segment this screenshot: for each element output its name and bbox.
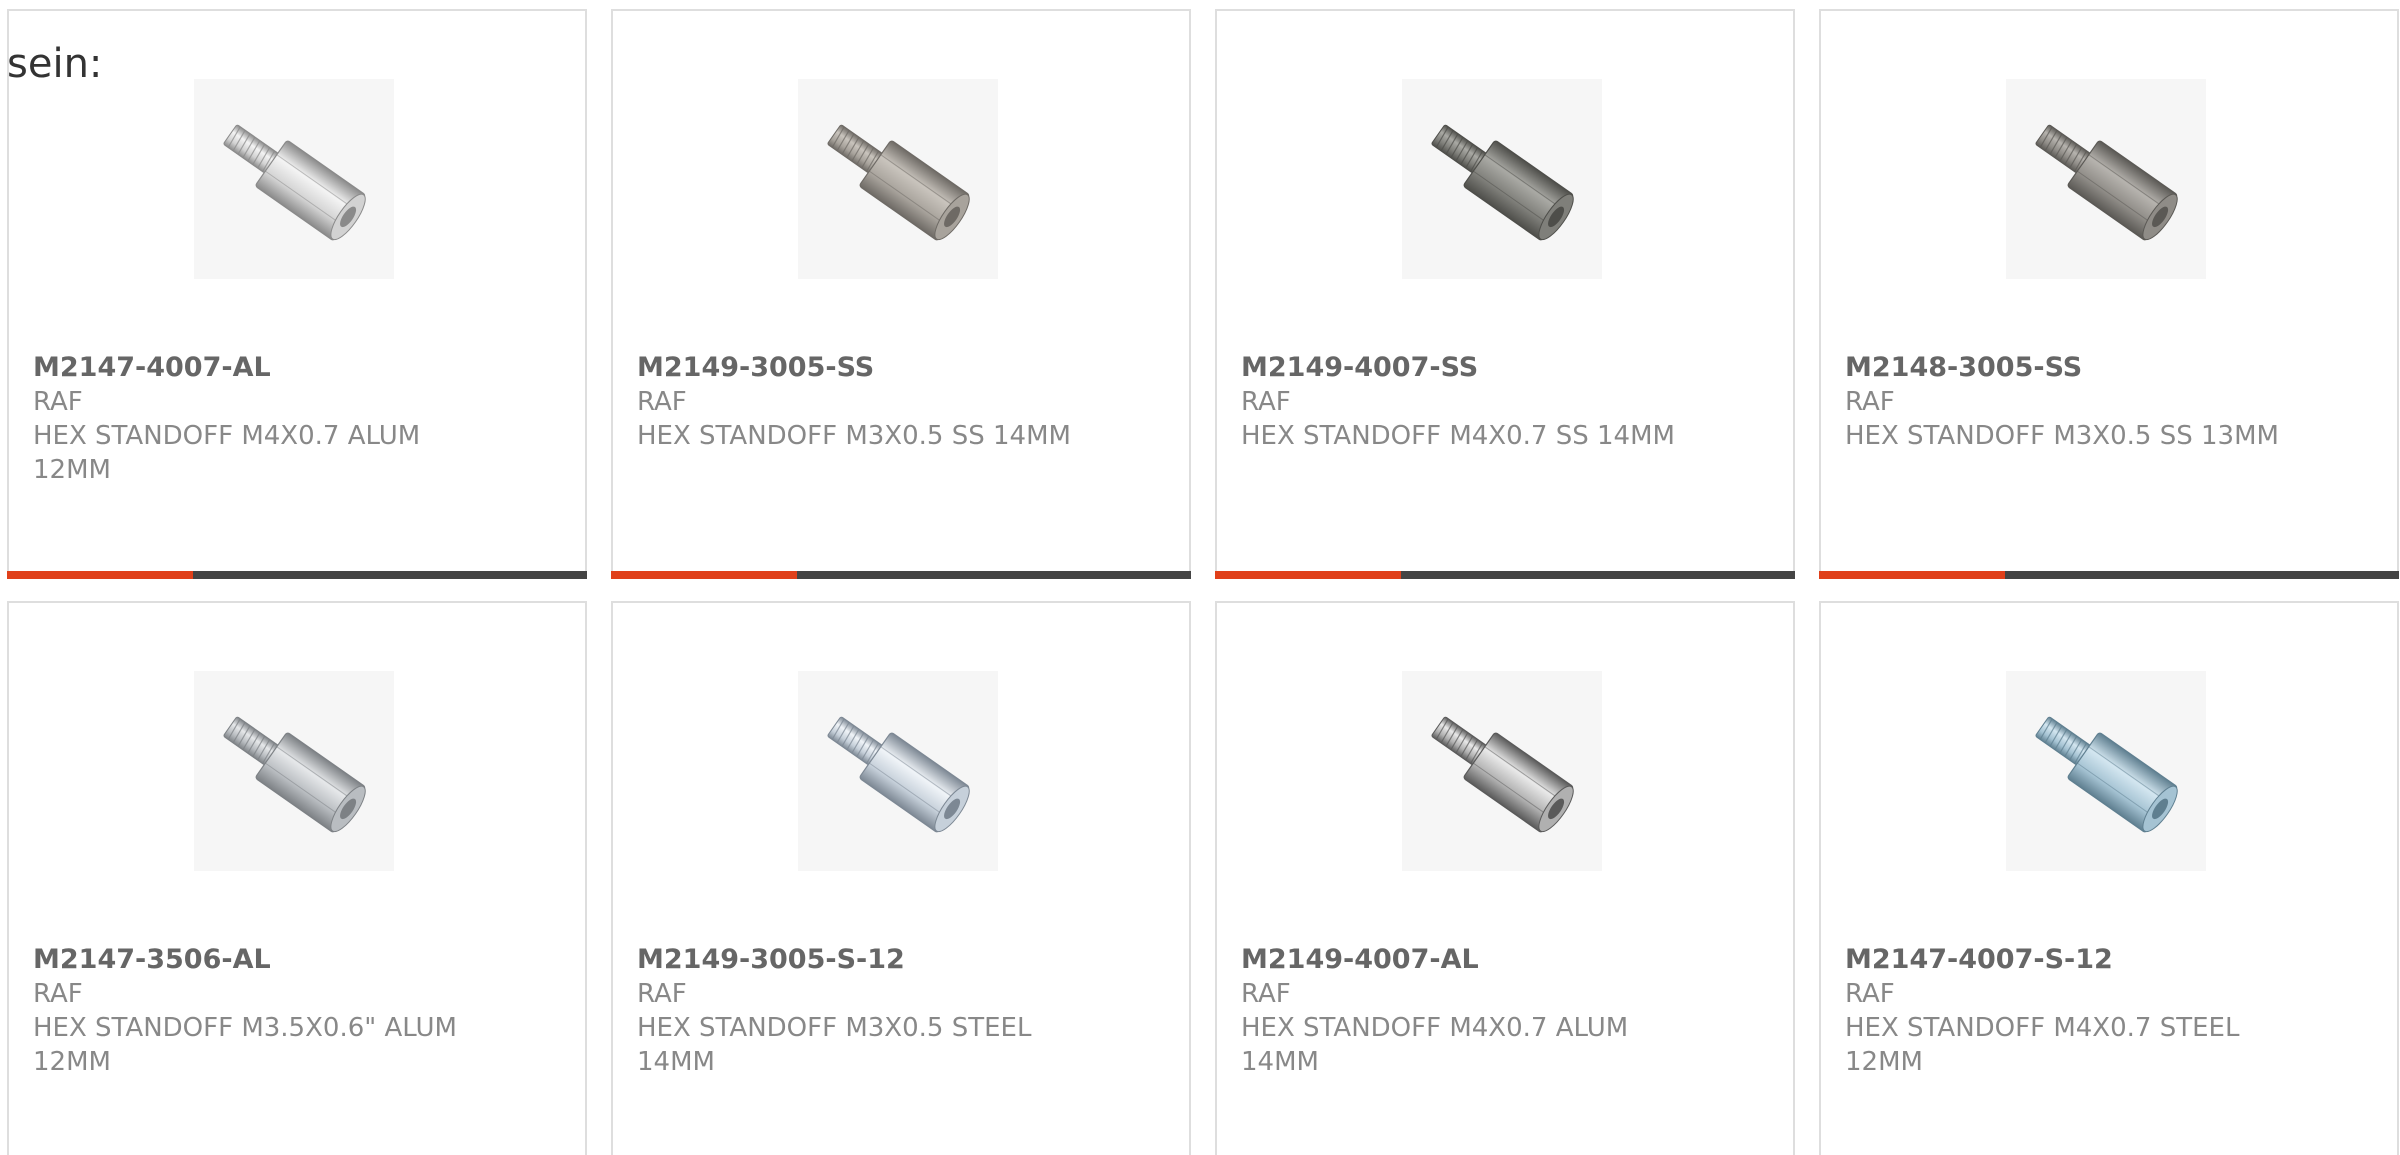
product-card[interactable]: M2148-3005-SS RAF HEX STANDOFF M3X0.5 SS…: [1819, 9, 2399, 579]
progress-bar-fill: [611, 571, 797, 579]
description-line: HEX STANDOFF M3X0.5 STEEL: [637, 1013, 1032, 1043]
product-image[interactable]: [194, 671, 394, 871]
part-number-link[interactable]: M2149-4007-AL: [1241, 943, 1741, 977]
part-number-link[interactable]: M2148-3005-SS: [1845, 351, 2345, 385]
product-image[interactable]: [1402, 671, 1602, 871]
brand-label: RAF: [1241, 979, 1291, 1009]
product-image[interactable]: [798, 79, 998, 279]
brand-label: RAF: [33, 979, 83, 1009]
progress-bar-fill: [1215, 571, 1401, 579]
standoff-aluminum-icon: [223, 124, 366, 241]
product-card[interactable]: M2147-3506-AL RAF HEX STANDOFF M3.5X0.6"…: [7, 601, 587, 1155]
product-info: M2147-4007-AL RAF HEX STANDOFF M4X0.7 AL…: [33, 351, 533, 487]
product-card[interactable]: M2147-4007-AL RAF HEX STANDOFF M4X0.7 AL…: [7, 9, 587, 579]
progress-bar: [1819, 571, 2399, 579]
product-card[interactable]: M2149-3005-SS RAF HEX STANDOFF M3X0.5 SS…: [611, 9, 1191, 579]
progress-bar: [611, 571, 1191, 579]
product-card[interactable]: M2149-4007-SS RAF HEX STANDOFF M4X0.7 SS…: [1215, 9, 1795, 579]
description-line: 14MM: [637, 1047, 715, 1077]
product-info: M2149-3005-S-12 RAF HEX STANDOFF M3X0.5 …: [637, 943, 1137, 1079]
part-number-link[interactable]: M2149-3005-S-12: [637, 943, 1137, 977]
product-card[interactable]: M2149-4007-AL RAF HEX STANDOFF M4X0.7 AL…: [1215, 601, 1795, 1155]
product-image[interactable]: [798, 671, 998, 871]
description-line: HEX STANDOFF M4X0.7 STEEL: [1845, 1013, 2240, 1043]
product-listing-page: sein: M2147-4007-AL RAF HEX STANDOFF M4X…: [0, 0, 2400, 1155]
part-number-link[interactable]: M2149-4007-SS: [1241, 351, 1741, 385]
description-line: HEX STANDOFF M4X0.7 ALUM: [1241, 1013, 1629, 1043]
product-image[interactable]: [2006, 79, 2206, 279]
description-line: HEX STANDOFF M3.5X0.6" ALUM: [33, 1013, 457, 1043]
product-info: M2149-3005-SS RAF HEX STANDOFF M3X0.5 SS…: [637, 351, 1137, 453]
brand-label: RAF: [637, 387, 687, 417]
description-line: HEX STANDOFF M3X0.5 SS 14MM: [637, 421, 1071, 451]
standoff-aluminum-icon: [223, 716, 366, 833]
standoff-stainless-icon: [1431, 124, 1574, 241]
description-line: HEX STANDOFF M3X0.5 SS 13MM: [1845, 421, 2279, 451]
brand-label: RAF: [637, 979, 687, 1009]
part-number-link[interactable]: M2147-4007-AL: [33, 351, 533, 385]
product-info: M2149-4007-SS RAF HEX STANDOFF M4X0.7 SS…: [1241, 351, 1741, 453]
brand-label: RAF: [1845, 979, 1895, 1009]
product-card[interactable]: M2149-3005-S-12 RAF HEX STANDOFF M3X0.5 …: [611, 601, 1191, 1155]
part-number-link[interactable]: M2149-3005-SS: [637, 351, 1137, 385]
product-grid: M2147-4007-AL RAF HEX STANDOFF M4X0.7 AL…: [7, 9, 2399, 1155]
description-line: 12MM: [33, 455, 111, 485]
standoff-steel-icon: [827, 716, 970, 833]
brand-label: RAF: [1241, 387, 1291, 417]
product-image[interactable]: [194, 79, 394, 279]
description-line: HEX STANDOFF M4X0.7 ALUM: [33, 421, 421, 451]
brand-label: RAF: [1845, 387, 1895, 417]
description-line: 14MM: [1241, 1047, 1319, 1077]
standoff-stainless-icon: [827, 124, 970, 241]
part-number-link[interactable]: M2147-4007-S-12: [1845, 943, 2345, 977]
description-line: 12MM: [33, 1047, 111, 1077]
standoff-stainless-icon: [2035, 124, 2178, 241]
description-line: 12MM: [1845, 1047, 1923, 1077]
progress-bar: [1215, 571, 1795, 579]
lead-text: sein:: [7, 41, 103, 87]
brand-label: RAF: [33, 387, 83, 417]
standoff-aluminum-icon: [1431, 716, 1574, 833]
progress-bar-fill: [1819, 571, 2005, 579]
product-info: M2147-3506-AL RAF HEX STANDOFF M3.5X0.6"…: [33, 943, 533, 1079]
product-info: M2147-4007-S-12 RAF HEX STANDOFF M4X0.7 …: [1845, 943, 2345, 1079]
product-image[interactable]: [1402, 79, 1602, 279]
description-line: HEX STANDOFF M4X0.7 SS 14MM: [1241, 421, 1675, 451]
progress-bar: [7, 571, 587, 579]
standoff-zinc-icon: [2035, 716, 2178, 833]
product-image[interactable]: [2006, 671, 2206, 871]
product-card[interactable]: M2147-4007-S-12 RAF HEX STANDOFF M4X0.7 …: [1819, 601, 2399, 1155]
product-info: M2149-4007-AL RAF HEX STANDOFF M4X0.7 AL…: [1241, 943, 1741, 1079]
part-number-link[interactable]: M2147-3506-AL: [33, 943, 533, 977]
product-info: M2148-3005-SS RAF HEX STANDOFF M3X0.5 SS…: [1845, 351, 2345, 453]
progress-bar-fill: [7, 571, 193, 579]
